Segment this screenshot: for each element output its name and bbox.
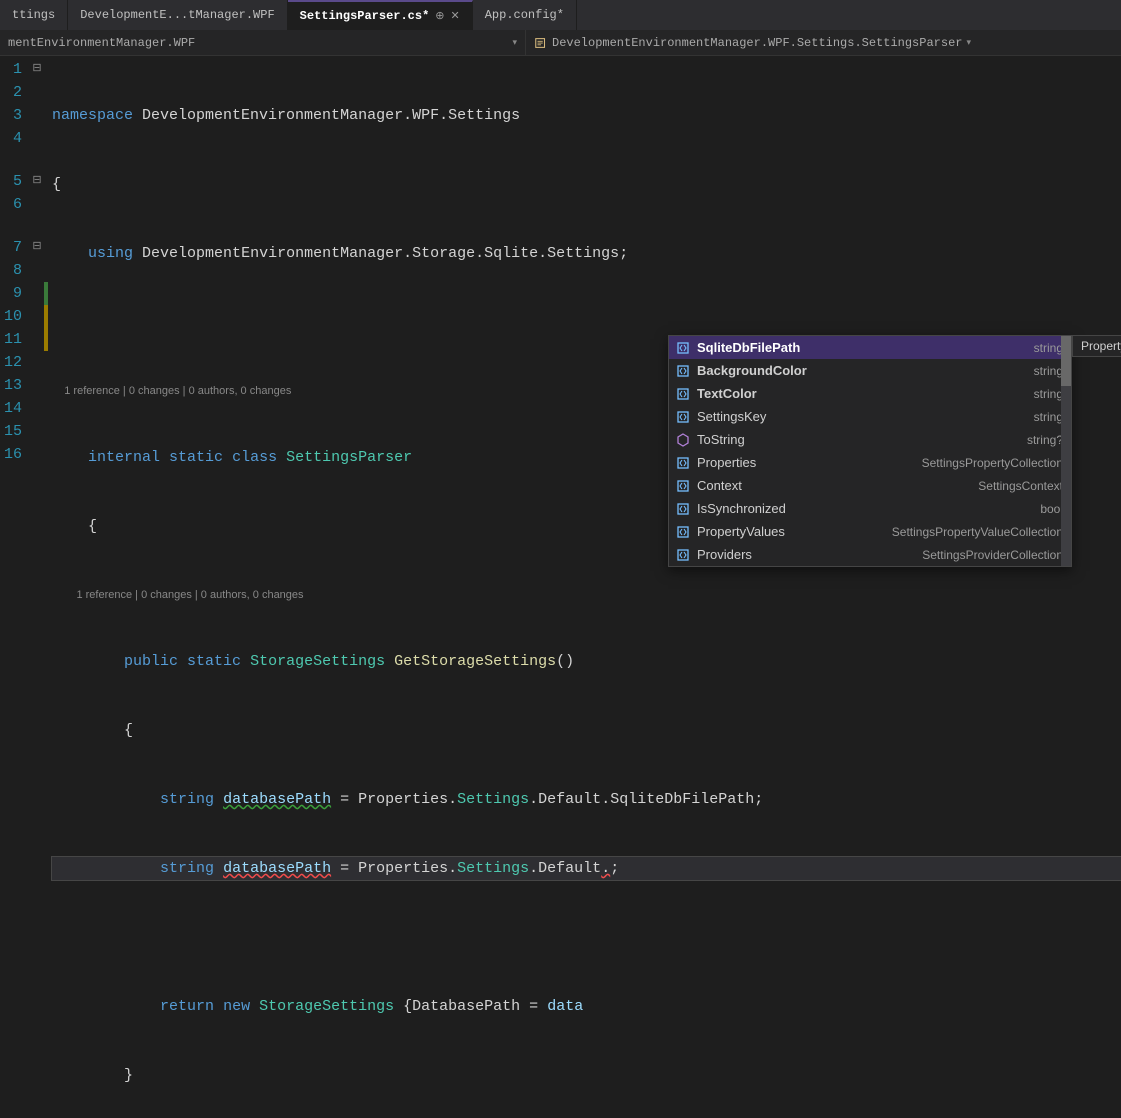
intellisense-item-type: string — [1034, 364, 1063, 378]
property-icon — [675, 455, 691, 471]
intellisense-tooltip: Property — [1072, 335, 1121, 357]
scrollbar[interactable] — [1061, 336, 1071, 566]
property-icon — [675, 547, 691, 563]
intellisense-item[interactable]: TextColor string — [669, 382, 1071, 405]
intellisense-item-type: string — [1034, 410, 1063, 424]
intellisense-item[interactable]: Context SettingsContext — [669, 474, 1071, 497]
intellisense-item-type: SettingsPropertyValueCollection — [892, 525, 1063, 539]
intellisense-item-name: Providers — [697, 547, 916, 562]
fold-gutter[interactable]: ⊟ ⊟ ⊟ — [30, 56, 44, 1118]
intellisense-item-name: Properties — [697, 455, 916, 470]
tab-appconfig[interactable]: App.config* — [473, 0, 577, 30]
intellisense-item-name: BackgroundColor — [697, 363, 1028, 378]
property-icon — [675, 386, 691, 402]
tab-settings[interactable]: ttings — [0, 0, 68, 30]
intellisense-item-type: SettingsProviderCollection — [922, 548, 1063, 562]
intellisense-item[interactable]: IsSynchronized bool — [669, 497, 1071, 520]
line-gutter: 1 2 3 4 5 6 7 8 9 10 11 12 13 14 15 16 — [0, 56, 30, 1118]
intellisense-item-type: string? — [1027, 433, 1063, 447]
intellisense-item[interactable]: ToString string? — [669, 428, 1071, 451]
intellisense-item-name: ToString — [697, 432, 1021, 447]
property-icon — [675, 409, 691, 425]
tab-devmanager[interactable]: DevelopmentE...tManager.WPF — [68, 0, 287, 30]
intellisense-item-name: IsSynchronized — [697, 501, 1034, 516]
close-icon[interactable]: ✕ — [451, 9, 460, 23]
code-area[interactable]: namespace DevelopmentEnvironmentManager.… — [52, 56, 1121, 1118]
intellisense-item-name: Context — [697, 478, 972, 493]
property-icon — [675, 478, 691, 494]
intellisense-item-type: SettingsContext — [978, 479, 1063, 493]
intellisense-popup[interactable]: SqliteDbFilePath string BackgroundColor str… — [668, 335, 1072, 567]
code-editor[interactable]: 1 2 3 4 5 6 7 8 9 10 11 12 13 14 15 16 ⊟… — [0, 56, 1121, 1118]
tab-settingsparser[interactable]: SettingsParser.cs* ⊕ ✕ — [288, 0, 473, 30]
breadcrumb-scope[interactable]: mentEnvironmentManager.WPF ▾ — [0, 30, 526, 55]
intellisense-item-type: SettingsPropertyCollection — [922, 456, 1063, 470]
class-icon — [534, 36, 548, 50]
property-icon — [675, 363, 691, 379]
change-markers — [44, 56, 52, 1118]
intellisense-item[interactable]: BackgroundColor string — [669, 359, 1071, 382]
intellisense-item-name: PropertyValues — [697, 524, 886, 539]
chevron-down-icon: ▾ — [512, 38, 517, 48]
intellisense-item[interactable]: SqliteDbFilePath string — [669, 336, 1071, 359]
intellisense-item-type: bool — [1040, 502, 1063, 516]
intellisense-item-name: SqliteDbFilePath — [697, 340, 1028, 355]
intellisense-item[interactable]: PropertyValues SettingsPropertyValueColle… — [669, 520, 1071, 543]
breadcrumb-member[interactable]: DevelopmentEnvironmentManager.WPF.Settin… — [526, 30, 979, 55]
method-icon — [675, 432, 691, 448]
intellisense-item-name: TextColor — [697, 386, 1028, 401]
intellisense-item[interactable]: Providers SettingsProviderCollection — [669, 543, 1071, 566]
intellisense-item-type: string — [1034, 341, 1063, 355]
breadcrumb-bar: mentEnvironmentManager.WPF ▾ Development… — [0, 30, 1121, 56]
intellisense-item[interactable]: Properties SettingsPropertyCollection — [669, 451, 1071, 474]
pin-icon[interactable]: ⊕ — [435, 9, 444, 23]
property-icon — [675, 524, 691, 540]
intellisense-item-name: SettingsKey — [697, 409, 1028, 424]
tab-bar: ttings DevelopmentE...tManager.WPF Setti… — [0, 0, 1121, 30]
chevron-down-icon: ▾ — [966, 38, 971, 48]
property-icon — [675, 501, 691, 517]
scrollbar-thumb[interactable] — [1061, 336, 1071, 386]
intellisense-item-type: string — [1034, 387, 1063, 401]
property-icon — [675, 340, 691, 356]
intellisense-item[interactable]: SettingsKey string — [669, 405, 1071, 428]
